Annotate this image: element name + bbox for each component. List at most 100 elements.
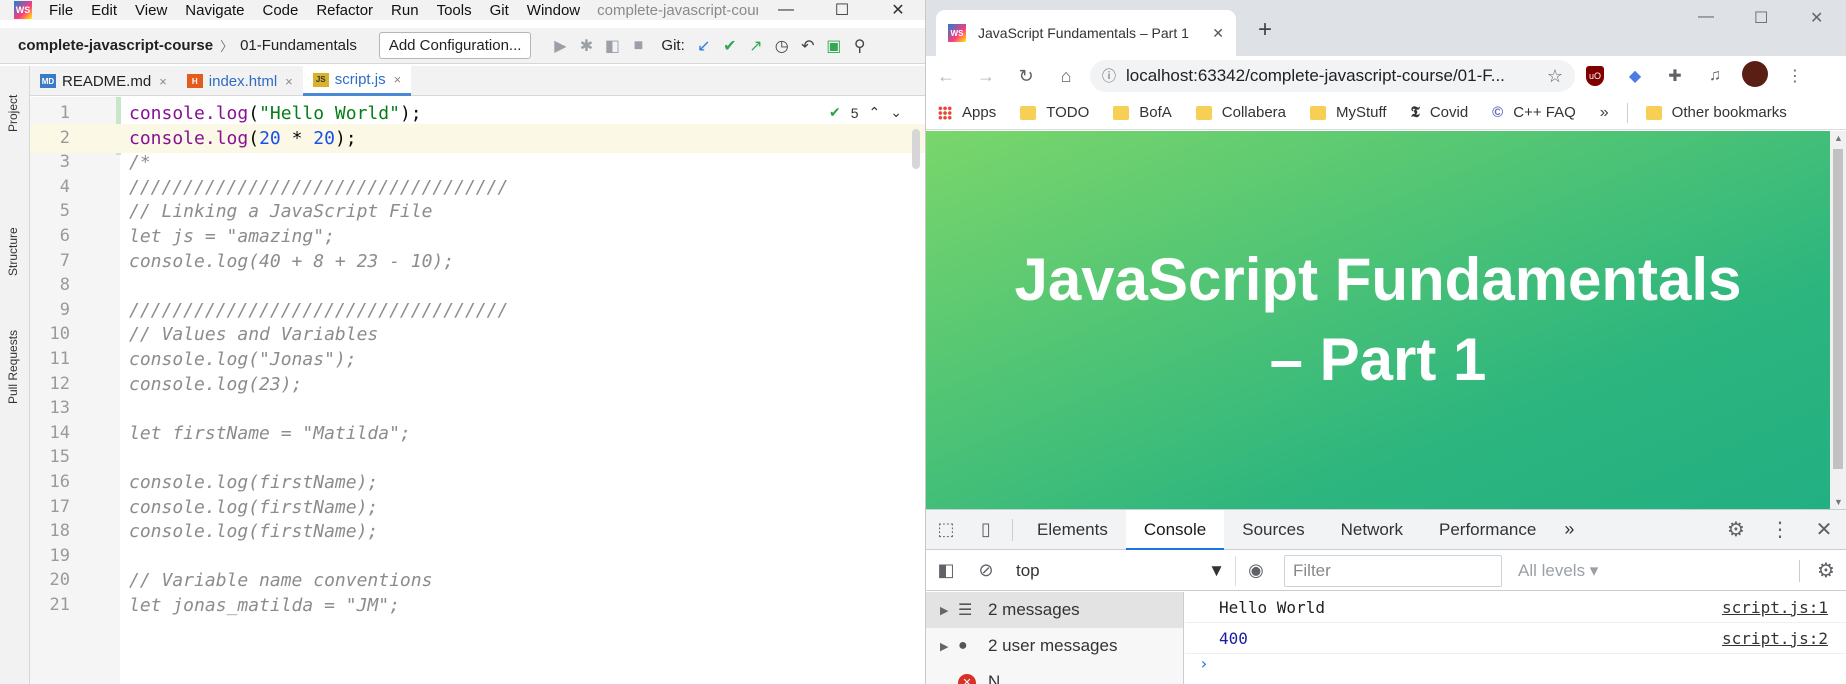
sidebar-item-user-messages[interactable]: ▶ ● 2 user messages (926, 628, 1183, 664)
minimize-icon[interactable]: — (758, 1, 814, 19)
tab-network[interactable]: Network (1323, 510, 1421, 550)
project-tool-tab[interactable]: Project (6, 95, 20, 132)
stop-icon[interactable]: ■ (625, 37, 651, 55)
menu-window[interactable]: Window (518, 2, 589, 19)
tab-performance[interactable]: Performance (1421, 510, 1554, 550)
menu-refactor[interactable]: Refactor (307, 2, 382, 19)
menu-navigate[interactable]: Navigate (176, 2, 253, 19)
menu-code[interactable]: Code (253, 2, 307, 19)
browser-tab[interactable]: WS JavaScript Fundamentals – Part 1 ✕ (936, 10, 1236, 56)
terminal-icon[interactable]: ▣ (821, 36, 847, 56)
close-icon[interactable]: ✕ (1802, 517, 1846, 542)
extension-diamond-icon[interactable]: ◆ (1615, 66, 1655, 86)
device-toolbar-icon[interactable]: ▯ (966, 519, 1006, 540)
code-editor[interactable]: 1 console.log("Hello World"); 2 console.log… (30, 97, 925, 684)
scroll-down-icon[interactable]: ▼ (1834, 497, 1843, 507)
tab-console[interactable]: Console (1125, 509, 1225, 550)
forward-arrow-icon[interactable]: → (966, 66, 1006, 87)
bookmark-cpp-faq[interactable]: © C++ FAQ (1480, 104, 1588, 121)
debug-icon[interactable]: ✱ (573, 36, 599, 56)
console-prompt[interactable]: › (1185, 654, 1846, 678)
git-commit-icon[interactable]: ✔ (717, 36, 743, 56)
tab-sources[interactable]: Sources (1224, 510, 1322, 550)
add-configuration-button[interactable]: Add Configuration... (378, 32, 532, 59)
profile-avatar[interactable] (1735, 60, 1775, 92)
page-scrollbar[interactable]: ▲ ▼ (1830, 131, 1846, 509)
maximize-icon[interactable]: ☐ (814, 0, 870, 20)
tab-elements[interactable]: Elements (1019, 510, 1126, 550)
bookmarks-overflow-icon[interactable]: » (1588, 104, 1621, 122)
expand-arrow-icon[interactable]: ▶ (940, 640, 958, 653)
rollback-icon[interactable]: ↶ (795, 36, 821, 56)
bookmark-star-icon[interactable]: ☆ (1547, 66, 1563, 87)
search-icon[interactable]: ⚲ (847, 36, 873, 56)
scroll-up-icon[interactable]: ▲ (1834, 133, 1843, 143)
back-arrow-icon[interactable]: ← (926, 66, 966, 87)
inspection-widget[interactable]: ✔ 5 ⌃ ⌄ (829, 104, 902, 121)
clear-console-icon[interactable]: ⊘ (966, 560, 1006, 581)
ublock-origin-icon[interactable]: uO (1575, 66, 1615, 86)
address-bar[interactable]: ⓘ localhost:63342/complete-javascript-co… (1090, 60, 1575, 92)
breadcrumb-folder[interactable]: 01-Fundamentals (240, 37, 357, 54)
close-icon[interactable]: ✕ (870, 0, 925, 20)
coverage-icon[interactable]: ◧ (599, 36, 625, 56)
media-controls-icon[interactable]: ♫ (1695, 67, 1735, 85)
menu-edit[interactable]: Edit (82, 2, 126, 19)
close-icon[interactable]: ✕ (1810, 8, 1823, 28)
breadcrumb-project[interactable]: complete-javascript-course (0, 37, 213, 54)
minimize-icon[interactable]: — (1698, 8, 1714, 26)
sidebar-item-errors[interactable]: ✕ N (926, 664, 1183, 684)
source-link[interactable]: script.js:2 (1722, 629, 1828, 648)
bookmark-other[interactable]: Other bookmarks (1634, 104, 1799, 121)
tab-close-icon[interactable]: × (285, 74, 293, 89)
history-icon[interactable]: ◷ (769, 36, 795, 56)
bookmark-apps[interactable]: Apps (926, 104, 1008, 121)
kebab-menu-icon[interactable]: ⋮ (1775, 66, 1815, 86)
run-icon[interactable]: ▶ (547, 36, 573, 56)
menu-git[interactable]: Git (481, 2, 518, 19)
context-selector[interactable]: top ▼ (1006, 555, 1236, 586)
pull-requests-tool-tab[interactable]: Pull Requests (6, 330, 20, 404)
new-tab-button[interactable]: + (1258, 16, 1272, 44)
bookmark-mystuff[interactable]: MyStuff (1298, 104, 1399, 121)
git-push-icon[interactable]: ↗ (743, 36, 769, 56)
home-icon[interactable]: ⌂ (1046, 66, 1086, 87)
close-tab-icon[interactable]: ✕ (1212, 25, 1224, 42)
filter-input[interactable]: Filter (1284, 554, 1502, 587)
menu-run[interactable]: Run (382, 2, 428, 19)
menu-tools[interactable]: Tools (428, 2, 481, 19)
tab-readme[interactable]: MD README.md × (30, 66, 177, 96)
console-settings-gear-icon[interactable]: ⚙ (1806, 558, 1846, 583)
sidebar-item-messages[interactable]: ▶ ☰ 2 messages (926, 592, 1183, 628)
extensions-puzzle-icon[interactable]: ✚ (1655, 66, 1695, 86)
code-line[interactable]: 21 let jonas_matilda = "JM"; (30, 591, 925, 620)
menu-file[interactable]: File (40, 2, 82, 19)
log-levels-dropdown[interactable]: All levels ▾ (1502, 561, 1614, 581)
reload-icon[interactable]: ↻ (1006, 66, 1046, 87)
bookmark-bofa[interactable]: BofA (1101, 104, 1184, 121)
editor-scrollbar[interactable] (912, 129, 920, 169)
inspect-element-icon[interactable]: ⬚ (926, 519, 966, 540)
info-icon[interactable]: ⓘ (1102, 66, 1116, 86)
bookmark-collabera[interactable]: Collabera (1184, 104, 1298, 121)
structure-tool-tab[interactable]: Structure (6, 227, 20, 276)
eye-icon[interactable]: ◉ (1236, 560, 1276, 581)
tab-close-icon[interactable]: × (394, 72, 402, 87)
expand-arrow-icon[interactable]: ▶ (940, 604, 958, 617)
tab-script-js[interactable]: JS script.js × (302, 66, 412, 96)
git-update-icon[interactable]: ↙ (691, 36, 717, 56)
bookmark-covid[interactable]: 𝕿 Covid (1399, 104, 1481, 121)
chevron-down-icon[interactable]: ⌄ (890, 104, 902, 121)
source-link[interactable]: script.js:1 (1722, 598, 1828, 617)
more-tabs-icon[interactable]: » (1554, 519, 1584, 540)
tab-index-html[interactable]: H index.html × (177, 66, 303, 96)
sidebar-toggle-icon[interactable]: ◧ (926, 560, 966, 581)
scrollbar-thumb[interactable] (1833, 149, 1843, 469)
gear-icon[interactable]: ⚙ (1714, 517, 1758, 542)
kebab-menu-icon[interactable]: ⋮ (1758, 517, 1802, 542)
maximize-icon[interactable]: ☐ (1754, 8, 1768, 28)
bookmark-todo[interactable]: TODO (1008, 104, 1101, 121)
tab-close-icon[interactable]: × (159, 74, 167, 89)
chevron-up-icon[interactable]: ⌃ (869, 104, 881, 121)
menu-view[interactable]: View (126, 2, 176, 19)
